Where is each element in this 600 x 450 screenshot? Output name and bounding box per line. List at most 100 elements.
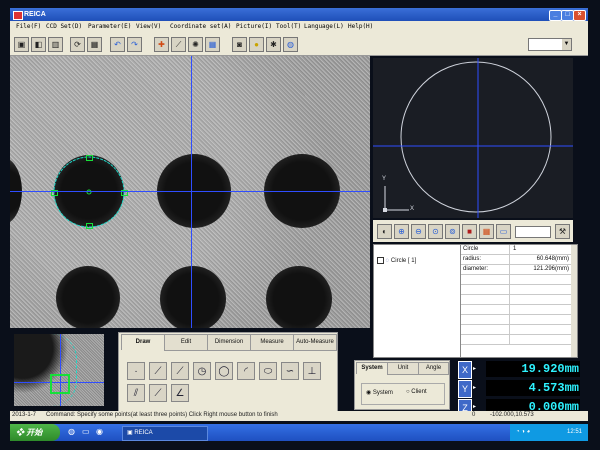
redo-icon[interactable]: ↷ [127,37,142,52]
tab-auto-measure[interactable]: Auto-Measure [293,334,337,351]
radio-system[interactable]: ◉ System [366,389,393,396]
undo-icon[interactable]: ↶ [110,37,125,52]
table-row [461,285,577,295]
zoom-out-icon[interactable]: ⊖ [411,224,426,239]
axis-x-label: X [410,206,415,212]
zoom-select[interactable]: ▼ [528,38,572,51]
angle-line-icon[interactable]: ⟋ [149,384,167,402]
export-icon[interactable]: ◧ [31,37,46,52]
table-row [461,325,577,335]
draw-tool-panel: Draw Edit Dimension Measure Auto-Measure… [118,332,338,412]
hatch-icon[interactable]: ⫽ [127,384,145,402]
tab-measure[interactable]: Measure [250,334,294,351]
bulb-icon[interactable]: ● [249,37,264,52]
crosshair-vertical [191,56,192,328]
measurement-overlay [53,156,125,228]
probe-icon[interactable]: ⟋ [171,37,186,52]
calculator-icon[interactable]: ▦ [87,37,102,52]
tab-edit[interactable]: Edit [164,334,208,351]
angle-tool-icon[interactable]: ∠ [171,384,189,402]
circle-3pt-icon[interactable]: ◷ [193,362,211,380]
x-arrow-icon[interactable]: ▸ [473,361,481,377]
status-position: -102.000,10.573 [490,412,534,418]
clock: 12:51 [566,429,582,435]
radio-unselected-icon: ○ [406,389,410,395]
arc-icon[interactable]: ◜ [237,362,255,380]
axis-y-label: Y [382,176,387,182]
overview-map[interactable] [14,334,104,406]
list-item[interactable]: ◌ Circle [ 1] [377,257,416,264]
close-button[interactable]: × [573,10,586,21]
start-button[interactable]: ❖ 开始 [10,424,60,441]
system-option-group: ◉ System ○ Client [361,383,445,405]
menu-view[interactable]: View(V) [136,23,161,30]
curve-icon[interactable]: ∽ [281,362,299,380]
light-icon[interactable]: ✺ [188,37,203,52]
menu-language[interactable]: Language(L) [304,23,344,30]
refresh-icon[interactable]: ⟳ [70,37,85,52]
save-icon[interactable]: ▣ [14,37,29,52]
line2-tool-icon[interactable]: ⟋ [171,362,189,380]
desktop-icon[interactable]: ▭ [82,427,90,436]
tool-icon[interactable]: ⚒ [555,224,570,239]
tray-icon[interactable]: ◔ ◑ ◕ [516,429,530,435]
globe-icon[interactable]: ◍ [283,37,298,52]
preview-circle [400,61,552,213]
table-row: radius: 60.648(mm) [461,255,577,265]
radio-client[interactable]: ○ Client [406,389,427,395]
menu-help[interactable]: Help(H) [348,23,373,30]
table-row: diameter: 121.296(mm) [461,265,577,275]
menu-tool[interactable]: Tool(T) [276,23,301,30]
circle-icon[interactable]: ◯ [215,362,233,380]
scrollbar[interactable] [571,245,577,357]
app-task-icon: ▣ [127,430,133,436]
checkbox-icon[interactable] [377,257,384,264]
crosshair-icon[interactable]: ✚ [154,37,169,52]
screen-icon[interactable]: ▭ [496,224,511,239]
property-table: Circle 1 radius: 60.648(mm) diameter: 12… [460,244,578,358]
ellipse-icon[interactable]: ⬭ [259,362,277,380]
grid-icon[interactable]: ▦ [205,37,220,52]
menu-ccd-set[interactable]: CCD Set(D) [46,23,82,30]
ie-icon[interactable]: ◍ [68,427,75,436]
y-axis-button[interactable]: Y [458,380,472,398]
taskbar-item-reica[interactable]: ▣ REICA [122,426,208,441]
settings-icon[interactable]: ✱ [266,37,281,52]
tab-system[interactable]: System [356,362,388,374]
menu-coordinate-set[interactable]: Coordinate set(A) [170,23,231,30]
window-title: REICA [24,11,46,18]
tab-draw[interactable]: Draw [121,334,165,350]
menu-parameter[interactable]: Parameter(E) [88,23,131,30]
perpendicular-icon[interactable]: ⊥ [303,362,321,380]
circle-feature-icon: ◌ [385,258,390,265]
graphics-preview[interactable]: Y X [373,58,573,218]
circle-handle[interactable] [86,223,93,229]
zoom-in-icon[interactable]: ⊕ [394,224,409,239]
line-tool-icon[interactable]: ⟋ [149,362,167,380]
record-icon[interactable]: ■ [462,224,477,239]
tab-angle[interactable]: Angle [418,362,449,375]
camera-icon[interactable]: ◙ [232,37,247,52]
zoom-window-icon[interactable]: ⊙ [428,224,443,239]
status-index: 0 [472,412,476,418]
chart-icon[interactable]: ▥ [48,37,63,52]
y-arrow-icon[interactable]: ▸ [473,380,481,396]
zoom-fit-icon[interactable]: ◐ [377,224,392,239]
pan-icon[interactable]: ⊚ [445,224,460,239]
menu-file[interactable]: File(F) [16,23,41,30]
media-icon[interactable]: ◉ [96,427,103,436]
point-tool-icon[interactable]: · [127,362,145,380]
tab-unit[interactable]: Unit [387,362,419,375]
table-row [461,335,577,345]
menu-picture[interactable]: Picture(I) [236,23,272,30]
table-row [461,305,577,315]
tab-dimension[interactable]: Dimension [207,334,251,351]
status-bar: 2013-1-7 Command: Specify some points(at… [10,411,588,421]
property-key: diameter: [463,266,489,272]
preview-input[interactable] [515,226,551,238]
circle-handle[interactable] [86,155,93,161]
camera-view[interactable] [10,56,370,328]
table-row: Circle 1 [461,245,577,255]
x-axis-button[interactable]: X [458,361,472,379]
grid-toggle-icon[interactable]: ▦ [479,224,494,239]
